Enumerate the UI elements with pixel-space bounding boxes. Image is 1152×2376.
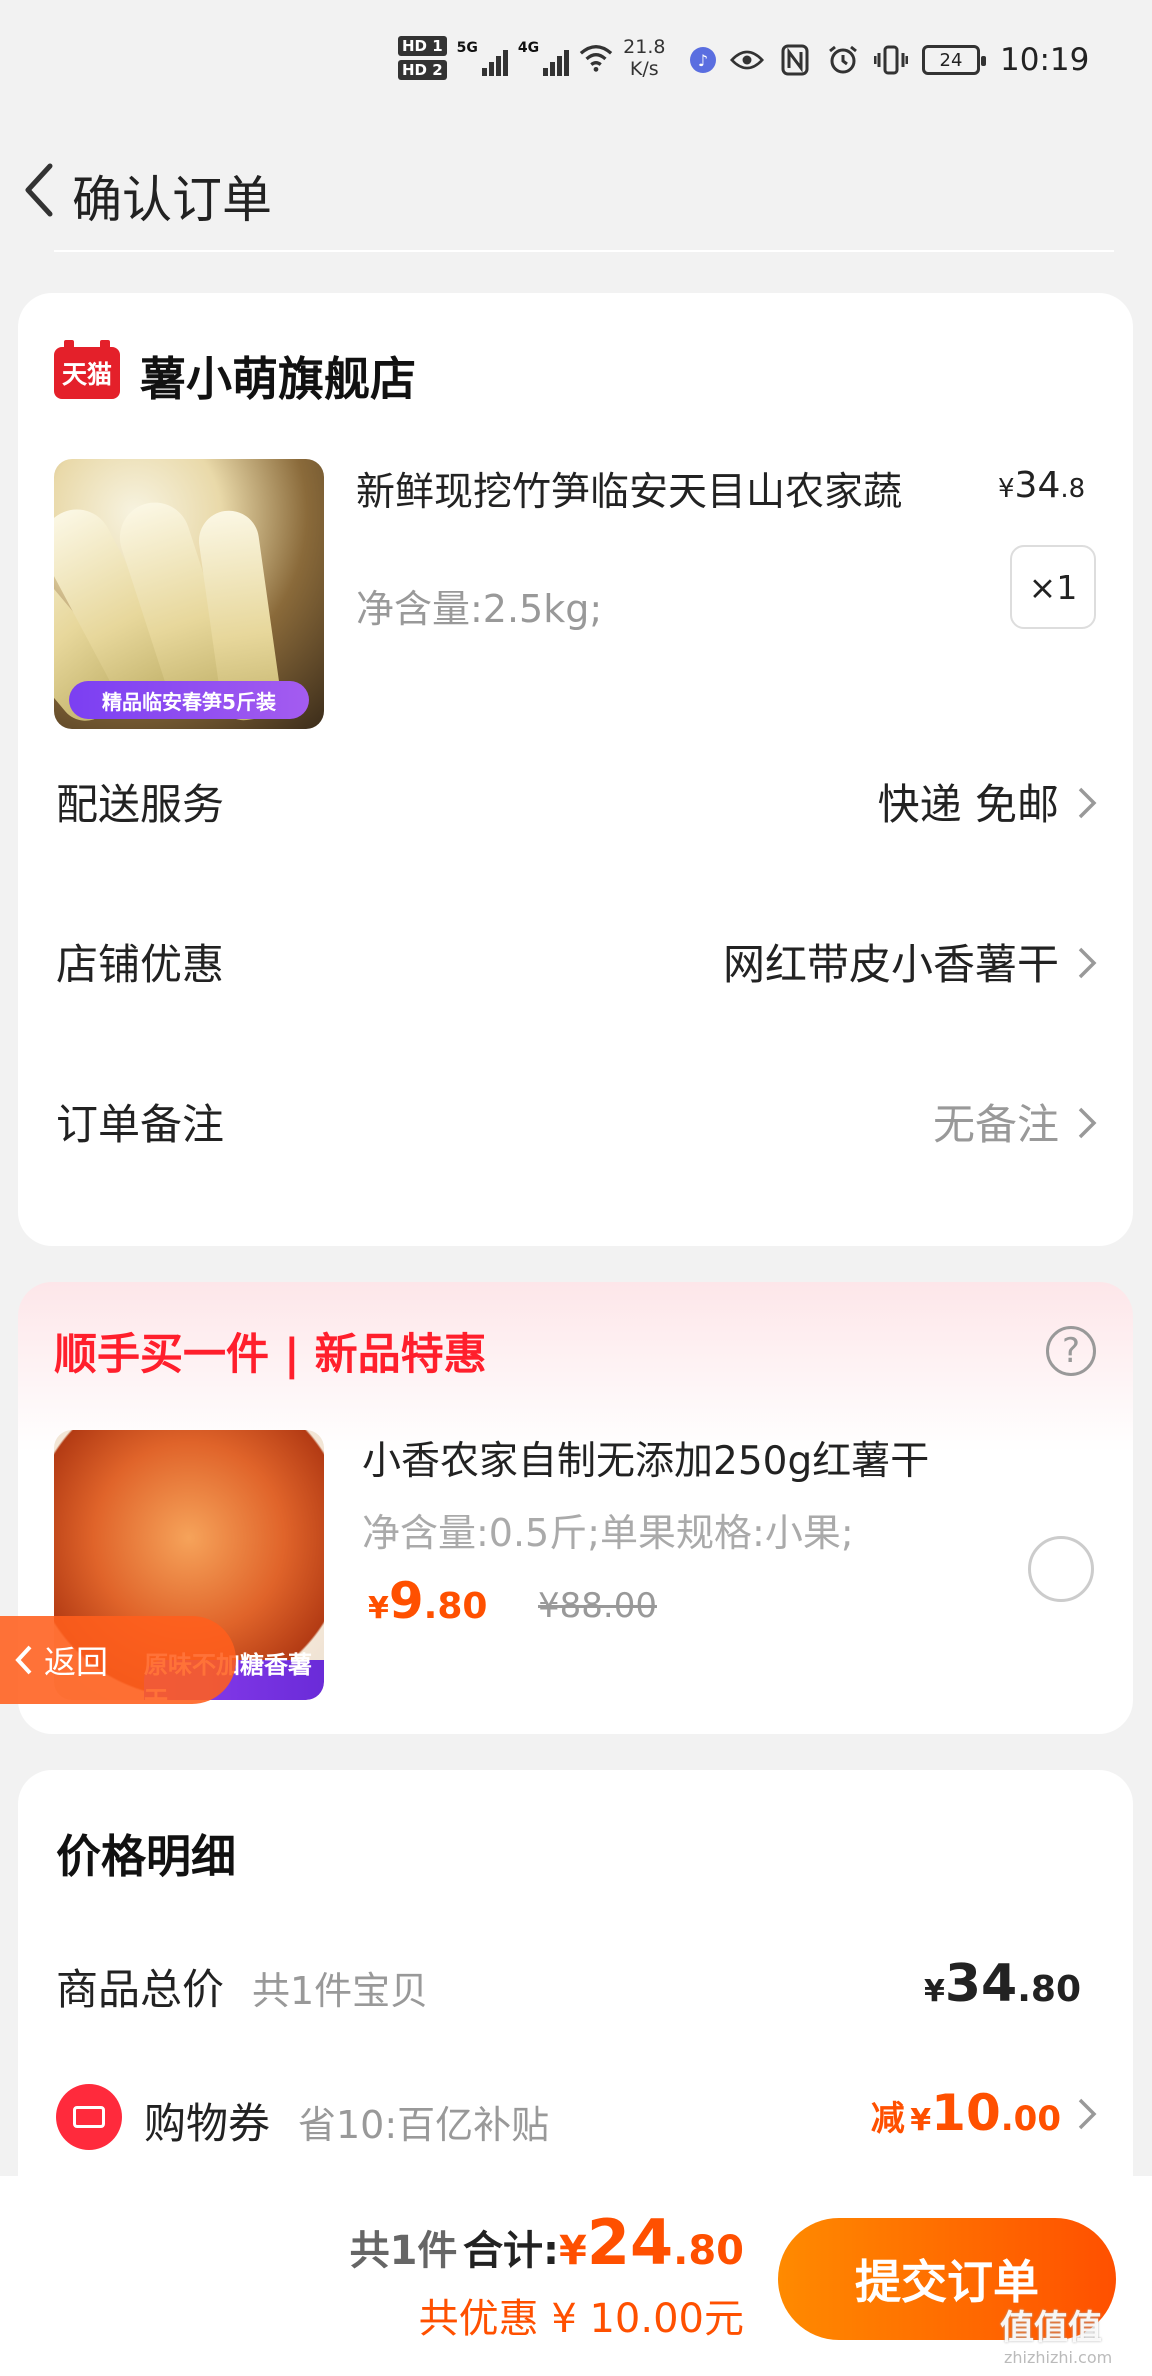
network-speed: 21.8 K/s <box>623 36 666 80</box>
hd1-badge: HD 1 <box>398 36 447 56</box>
product-title[interactable]: 新鲜现挖竹笋临安天目山农家蔬 <box>356 461 976 517</box>
store-discount-row[interactable]: 店铺优惠 网红带皮小香薯干 <box>18 911 1133 1011</box>
chevron-right-icon <box>1078 947 1097 979</box>
alarm-icon <box>826 43 860 77</box>
product-image[interactable]: 精品临安春笋5斤装 <box>54 459 324 729</box>
store-discount-value: 网红带皮小香薯干 <box>722 940 1059 989</box>
store-order-card: 天猫 薯小萌旗舰店 精品临安春笋5斤装 新鲜现挖竹笋临安天目山农家蔬 ¥34.8… <box>18 293 1133 1246</box>
vibrate-icon <box>874 43 908 77</box>
goods-count: 共1件宝贝 <box>252 1969 429 2013</box>
nfc-icon <box>778 43 812 77</box>
total-label: 合计: <box>463 2228 560 2274</box>
product-spec: 净含量:2.5kg; <box>356 587 603 631</box>
addon-product-spec: 净含量:0.5斤;单果规格:小果; <box>362 1511 854 1555</box>
coupon-icon <box>56 2084 122 2150</box>
page-title: 确认订单 <box>72 171 272 229</box>
header-divider <box>54 250 1114 252</box>
status-right: ♪ 24 10:19 <box>690 42 1089 78</box>
total-saving: 共优惠 ¥ 10.00元 <box>418 2296 744 2342</box>
order-note-value: 无备注 <box>932 1100 1059 1149</box>
delivery-service-value: 快递 免邮 <box>877 780 1059 829</box>
page-header: 确认订单 <box>0 130 1152 250</box>
product-image-label: 精品临安春笋5斤装 <box>69 681 309 719</box>
floating-back-label: 返回 <box>44 1643 109 1681</box>
hd-indicators: HD 1 HD 2 <box>398 36 447 80</box>
bottom-checkout-bar: 共1件 合计:¥24.80 共优惠 ¥ 10.00元 提交订单 <box>0 2176 1152 2376</box>
wifi-icon <box>579 41 613 75</box>
back-arrow-icon[interactable] <box>14 150 74 230</box>
price-detail-title: 价格明细 <box>56 1830 237 1883</box>
help-icon[interactable]: ? <box>1046 1326 1096 1376</box>
addon-product-name[interactable]: 小香农家自制无添加250g红薯干 <box>362 1430 929 1486</box>
coupon-description: 省10:百亿补贴 <box>298 2103 550 2147</box>
chevron-left-icon <box>15 1645 32 1675</box>
hd2-badge: HD 2 <box>398 60 447 80</box>
addon-select-radio[interactable] <box>1028 1536 1094 1602</box>
floating-back-button[interactable]: 返回 <box>0 1616 236 1704</box>
order-note-label: 订单备注 <box>56 1100 225 1149</box>
goods-total-label: 商品总价 <box>56 1965 225 2014</box>
clock: 10:19 <box>1000 42 1090 78</box>
tmall-logo-icon: 天猫 <box>54 340 120 399</box>
status-bar: HD 1 HD 2 5G 4G 21.8 K/s ♪ 24 10:19 <box>0 0 1152 130</box>
chevron-right-icon <box>1078 1107 1097 1139</box>
addon-price: ¥9.80 <box>368 1572 488 1630</box>
product-price: ¥34.8 <box>998 465 1086 506</box>
chevron-right-icon <box>1078 787 1097 819</box>
delivery-service-row[interactable]: 配送服务 快递 免邮 <box>18 751 1133 851</box>
goods-total-price: ¥34.80 <box>923 1954 1081 2014</box>
addon-title: 顺手买一件 | 新品特惠 <box>54 1330 487 1380</box>
order-note-row[interactable]: 订单备注 无备注 <box>18 1071 1133 1171</box>
store-name[interactable]: 薯小萌旗舰店 <box>140 343 416 409</box>
chevron-right-icon <box>1078 2098 1097 2130</box>
store-discount-label: 店铺优惠 <box>56 940 225 989</box>
order-total: 共1件 合计:¥24.80 <box>349 2206 744 2279</box>
item-count: 共1件 <box>349 2228 458 2274</box>
signal-5g-icon: 5G <box>457 40 508 76</box>
coupon-label: 购物券 <box>144 2099 271 2148</box>
music-icon: ♪ <box>690 47 716 73</box>
watermark-site: zhizhizhi.com <box>1004 2348 1113 2367</box>
status-left: HD 1 HD 2 5G 4G 21.8 K/s <box>398 36 665 80</box>
addon-original-price: ¥88.00 <box>538 1586 657 1626</box>
eye-icon <box>730 43 764 77</box>
watermark-logo: 值值值 <box>1000 2308 1102 2348</box>
coupon-discount[interactable]: 减 ¥10.00 <box>871 2084 1061 2142</box>
battery-icon: 24 <box>922 45 986 75</box>
quantity-selector[interactable]: ×1 <box>1010 545 1096 629</box>
delivery-service-label: 配送服务 <box>56 780 225 829</box>
signal-4g-icon: 4G <box>518 40 570 76</box>
